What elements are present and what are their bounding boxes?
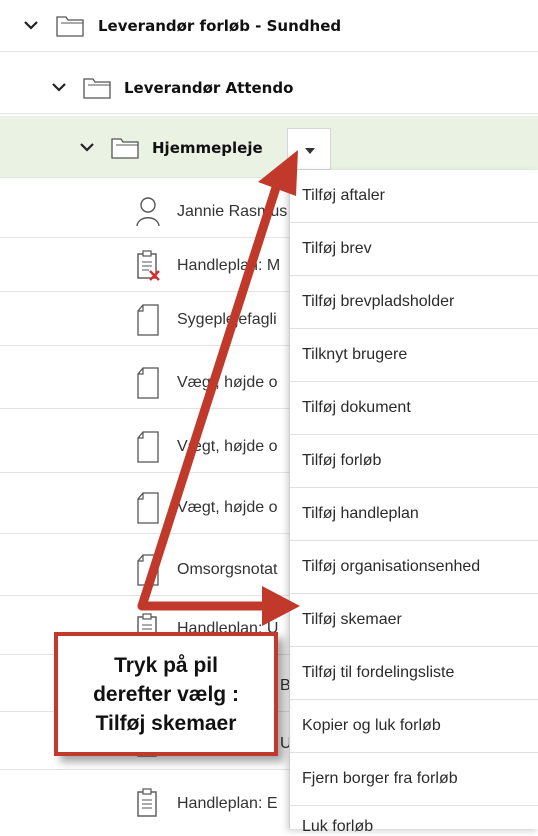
- chevron-down-icon[interactable]: [78, 138, 96, 156]
- callout-line: derefter vælg :: [93, 682, 239, 706]
- clipboard-error-icon: [137, 250, 160, 281]
- list-item-label: Handleplan: M: [177, 257, 281, 274]
- clipboard-icon: [137, 788, 157, 817]
- dropdown-toggle-button[interactable]: [287, 128, 331, 170]
- tree-row-hjemmepleje[interactable]: Hjemmepleje: [0, 116, 538, 178]
- tree-label: Hjemmepleje: [152, 139, 263, 157]
- menu-item-tilfoj-organisationsenhed[interactable]: Tilføj organisationsenhed: [290, 541, 538, 594]
- document-icon: [137, 367, 159, 399]
- caret-down-icon: [305, 148, 315, 154]
- document-icon: [137, 492, 159, 524]
- menu-item-tilfoj-brevpladsholder[interactable]: Tilføj brevpladsholder: [290, 276, 538, 329]
- list-item-label: Omsorgsnotat: [177, 561, 278, 578]
- menu-item-tilfoj-skemaer[interactable]: Tilføj skemaer: [290, 594, 538, 647]
- list-item-label: Vægt, højde o: [177, 438, 278, 455]
- instruction-callout: Tryk på pil derefter vælg : Tilføj skema…: [54, 632, 278, 756]
- menu-item-tilfoj-til-fordelingsliste[interactable]: Tilføj til fordelingsliste: [290, 647, 538, 700]
- folder-icon: [56, 16, 84, 37]
- menu-item-tilfoj-brev[interactable]: Tilføj brev: [290, 223, 538, 276]
- document-icon: [137, 554, 159, 586]
- callout-line: Tryk på pil: [114, 653, 218, 677]
- context-menu: Tilføj aftaler Tilføj brev Tilføj brevpl…: [289, 170, 538, 835]
- menu-item-tilfoj-aftaler[interactable]: Tilføj aftaler: [290, 170, 538, 223]
- tree-label: Leverandør forløb - Sundhed: [98, 17, 342, 35]
- list-item-label: Sygeplejefagli: [177, 311, 277, 328]
- list-item-label: Vægt, højde o: [177, 499, 278, 516]
- tree-label: Leverandør Attendo: [124, 79, 294, 97]
- person-icon: [136, 197, 160, 227]
- menu-item-fjern-borger-fra-forlob[interactable]: Fjern borger fra forløb: [290, 753, 538, 806]
- tree-row-leverandor-forlob[interactable]: Leverandør forløb - Sundhed: [0, 0, 538, 52]
- menu-item-tilknyt-brugere[interactable]: Tilknyt brugere: [290, 329, 538, 382]
- folder-icon: [83, 78, 111, 99]
- callout-line: Tilføj skemaer: [95, 711, 237, 735]
- list-item-label: Jannie Rasmus: [177, 203, 288, 220]
- chevron-down-icon[interactable]: [50, 78, 68, 96]
- menu-item-tilfoj-forlob[interactable]: Tilføj forløb: [290, 435, 538, 488]
- list-item-label: Handleplan: E: [177, 795, 278, 812]
- document-icon: [137, 304, 159, 336]
- chevron-down-icon[interactable]: [22, 16, 40, 34]
- folder-icon: [111, 138, 139, 159]
- menu-item-kopier-og-luk-forlob[interactable]: Kopier og luk forløb: [290, 700, 538, 753]
- list-item-label: Vægt, højde o: [177, 374, 278, 391]
- menu-item-tilfoj-dokument[interactable]: Tilføj dokument: [290, 382, 538, 435]
- menu-item-tilfoj-handleplan[interactable]: Tilføj handleplan: [290, 488, 538, 541]
- tree-row-leverandor-attendo[interactable]: Leverandør Attendo: [0, 62, 538, 114]
- menu-item-luk-forlob[interactable]: Luk forløb: [290, 806, 538, 835]
- document-icon: [137, 431, 159, 463]
